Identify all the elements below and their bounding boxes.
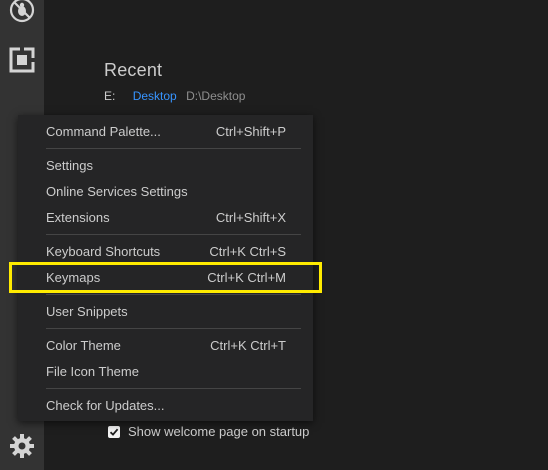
recent-item[interactable]: E: Desktop D:\Desktop [104,89,245,103]
menu-item-check-for-updates[interactable]: Check for Updates... [18,393,313,419]
menu-item-online-services-settings[interactable]: Online Services Settings [18,179,313,205]
show-welcome-option[interactable]: Show welcome page on startup [108,424,309,439]
welcome-page: Recent E: Desktop D:\Desktop [104,60,245,103]
menu-separator [46,294,301,295]
debug-icon[interactable] [6,0,38,26]
menu-separator [46,234,301,235]
menu-item-label: Online Services Settings [46,184,188,199]
extensions-icon[interactable] [6,44,38,76]
gear-icon[interactable] [6,430,38,462]
recent-title: Recent [104,60,163,80]
show-welcome-label: Show welcome page on startup [128,424,310,439]
menu-item-color-theme[interactable]: Color Theme Ctrl+K Ctrl+T [18,333,313,359]
menu-item-settings[interactable]: Settings [18,153,313,179]
menu-separator [46,388,301,389]
keymaps-highlight-box [9,262,322,293]
menu-item-shortcut: Ctrl+K Ctrl+T [210,338,286,353]
show-welcome-checkbox[interactable] [108,425,120,438]
menu-item-label: Check for Updates... [46,398,165,413]
menu-item-label: Extensions [46,210,110,225]
menu-item-shortcut: Ctrl+Shift+P [215,124,286,139]
menu-item-label: File Icon Theme [46,364,139,379]
menu-item-command-palette[interactable]: Command Palette... Ctrl+Shift+P [18,119,313,145]
menu-item-user-snippets[interactable]: User Snippets [18,299,313,325]
menu-separator [46,148,301,149]
menu-item-file-icon-theme[interactable]: File Icon Theme [18,359,313,385]
recent-item-drive: E: [104,89,116,103]
menu-item-label: User Snippets [46,304,128,319]
recent-item-path: D:\Desktop [186,89,246,103]
check-icon [109,428,119,436]
menu-item-shortcut: Ctrl+Shift+X [215,210,286,225]
menu-item-extensions[interactable]: Extensions Ctrl+Shift+X [18,205,313,231]
recent-item-link[interactable]: Desktop [133,89,177,103]
menu-item-label: Settings [46,158,93,173]
menu-separator [46,328,301,329]
menu-item-label: Color Theme [46,338,121,353]
menu-item-label: Command Palette... [46,124,161,139]
